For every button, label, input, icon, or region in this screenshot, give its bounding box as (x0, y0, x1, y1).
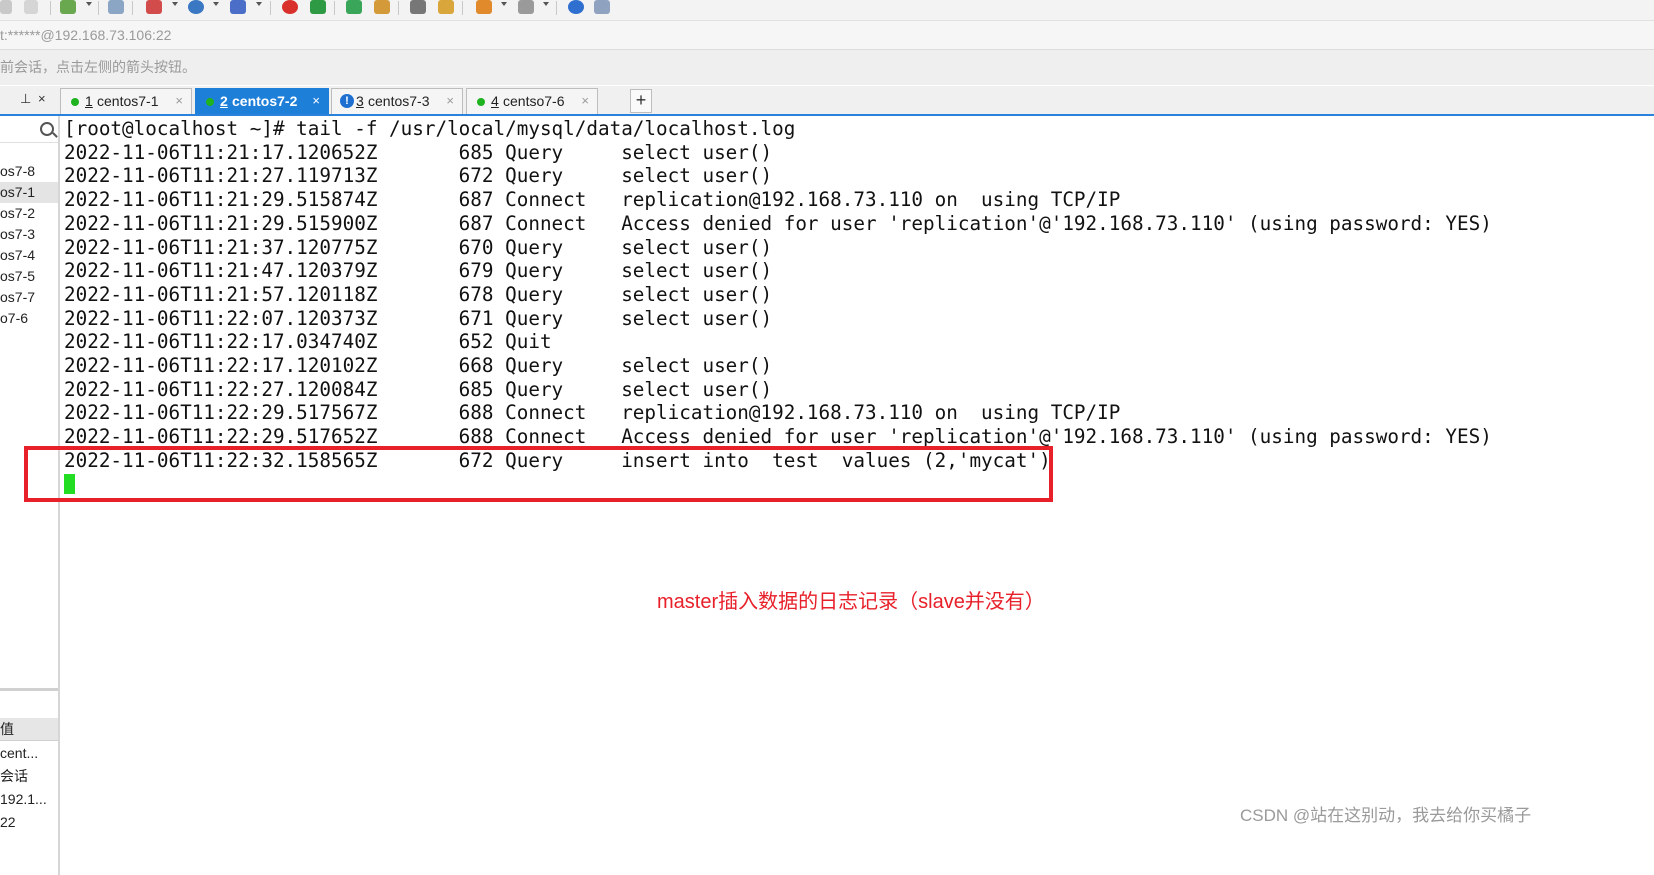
annotation-text: master插入数据的日志记录（slave并没有） (657, 591, 1045, 613)
chevron-down-icon[interactable] (172, 2, 178, 6)
tab-number: 4 (491, 93, 499, 109)
terminal-line: 2022-11-06T11:22:07.120373Z 671 Query se… (64, 306, 773, 330)
window-icon[interactable] (518, 0, 534, 14)
session-item[interactable]: o7-6 (0, 308, 58, 329)
session-address: t:******@192.168.73.106:22 (0, 27, 172, 43)
tab-label: centso7-6 (503, 93, 565, 109)
tab-centos7-2[interactable]: 2 centos7-2 × (195, 88, 329, 114)
close-tab-icon[interactable]: × (446, 89, 454, 113)
search-icon[interactable] (40, 122, 54, 136)
session-item[interactable]: os7-4 (0, 245, 58, 266)
terminal-line: 2022-11-06T11:22:17.120102Z 668 Query se… (64, 354, 773, 377)
terminal-line: 2022-11-06T11:22:17.034740Z 652 Quit (64, 330, 552, 354)
terminal-line: [root@localhost ~]# tail -f /usr/local/m… (64, 117, 796, 140)
terminal-line: 2022-11-06T11:22:29.517567Z 688 Connect … (64, 401, 1121, 425)
terminal-line: 2022-11-06T11:21:29.515874Z 687 Connect … (64, 188, 1121, 212)
tab-centos7-3[interactable]: ! 3 centos7-3 × (331, 88, 463, 114)
terminal-icon[interactable] (310, 0, 326, 14)
disconnect-icon[interactable] (0, 0, 12, 14)
terminal-line: 2022-11-06T11:21:27.119713Z 672 Query se… (64, 164, 773, 188)
watermark: CSDN @站在这别动，我去给你买橘子 (1240, 806, 1532, 825)
record-icon[interactable] (282, 0, 298, 14)
fullscreen-icon[interactable] (346, 0, 362, 14)
session-item[interactable]: os7-1 (0, 182, 58, 203)
terminal-line: 2022-11-06T11:21:37.120775Z 670 Query se… (64, 235, 773, 259)
tab-number: 2 (220, 93, 228, 109)
property-value: cent... (0, 745, 39, 761)
chevron-down-icon[interactable] (543, 2, 549, 6)
toolbar-separator (50, 1, 51, 15)
keyboard-icon[interactable] (410, 0, 426, 14)
connected-status-icon (477, 98, 485, 106)
session-item[interactable]: os7-8 (0, 161, 58, 182)
tab-number: 1 (85, 93, 93, 109)
property-value: 会话 (0, 768, 28, 784)
session-item[interactable]: os7-3 (0, 224, 58, 245)
chevron-down-icon[interactable] (86, 2, 92, 6)
compose-icon[interactable] (438, 0, 454, 14)
tab-centos7-1[interactable]: 1 centos7-1 × (60, 88, 192, 114)
close-tab-icon[interactable]: × (312, 89, 320, 113)
panel-splitter[interactable] (0, 688, 58, 691)
session-tab-strip: ⊥ × 1 centos7-1 × 2 centos7-2 × ! 3 cent… (0, 86, 1654, 116)
toolbar-separator (98, 1, 99, 15)
property-value: 22 (0, 814, 16, 830)
terminal-line: 2022-11-06T11:21:29.515900Z 687 Connect … (64, 211, 1492, 235)
session-item[interactable]: os7-5 (0, 266, 58, 287)
terminal-line: 2022-11-06T11:21:47.120379Z 679 Query se… (64, 259, 773, 283)
find-icon[interactable] (108, 0, 124, 14)
terminal-line: 2022-11-06T11:21:17.120652Z 685 Query se… (64, 140, 773, 164)
hint-text: 前会话，点击左侧的箭头按钮。 (0, 59, 196, 75)
link-icon[interactable] (24, 0, 38, 14)
toolbar-separator (462, 1, 463, 15)
hint-bar: 前会话，点击左侧的箭头按钮。 (0, 50, 1654, 85)
transfer-icon[interactable] (476, 0, 492, 14)
session-item[interactable]: os7-2 (0, 203, 58, 224)
globe-icon[interactable] (188, 0, 204, 14)
divider (0, 142, 58, 143)
help-icon[interactable] (568, 0, 584, 14)
tab-label: centos7-1 (97, 93, 159, 109)
terminal-line: 2022-11-06T11:22:27.120084Z 685 Query se… (64, 377, 773, 401)
toolbar-separator (398, 1, 399, 15)
connected-status-icon (71, 98, 79, 106)
tab-label: centos7-3 (368, 93, 430, 109)
tab-label: centos7-2 (232, 93, 298, 109)
tab-number: 3 (356, 93, 364, 109)
close-pane-icon[interactable]: × (38, 91, 46, 106)
pin-icon[interactable]: ⊥ (20, 91, 31, 107)
property-value: 192.1... (0, 791, 47, 807)
chevron-down-icon[interactable] (501, 2, 507, 6)
chat-icon[interactable] (594, 0, 610, 14)
properties-value-header: 值 (0, 718, 58, 741)
chevron-down-icon[interactable] (213, 2, 219, 6)
toolbar-separator (132, 1, 133, 15)
highlight-box (24, 446, 1053, 502)
terminal-line: 2022-11-06T11:21:57.120118Z 678 Query se… (64, 282, 773, 306)
tab-centso7-6[interactable]: 4 centso7-6 × (466, 88, 598, 114)
toolbar-separator (556, 1, 557, 15)
close-tab-icon[interactable]: × (581, 89, 589, 113)
toolbar-separator (334, 1, 335, 15)
close-tab-icon[interactable]: × (175, 89, 183, 113)
chevron-down-icon[interactable] (256, 2, 262, 6)
warning-status-icon: ! (340, 94, 354, 108)
settings-icon[interactable] (60, 0, 76, 14)
address-bar[interactable]: t:******@192.168.73.106:22 (0, 21, 1654, 50)
toolbar (0, 0, 1654, 21)
connected-status-icon (206, 98, 214, 106)
toolbar-separator (270, 1, 271, 15)
add-tab-button[interactable]: + (630, 89, 652, 113)
font-icon[interactable] (230, 0, 246, 14)
session-item[interactable]: os7-7 (0, 287, 58, 308)
lock-icon[interactable] (374, 0, 390, 14)
layout-icon[interactable] (146, 0, 162, 14)
